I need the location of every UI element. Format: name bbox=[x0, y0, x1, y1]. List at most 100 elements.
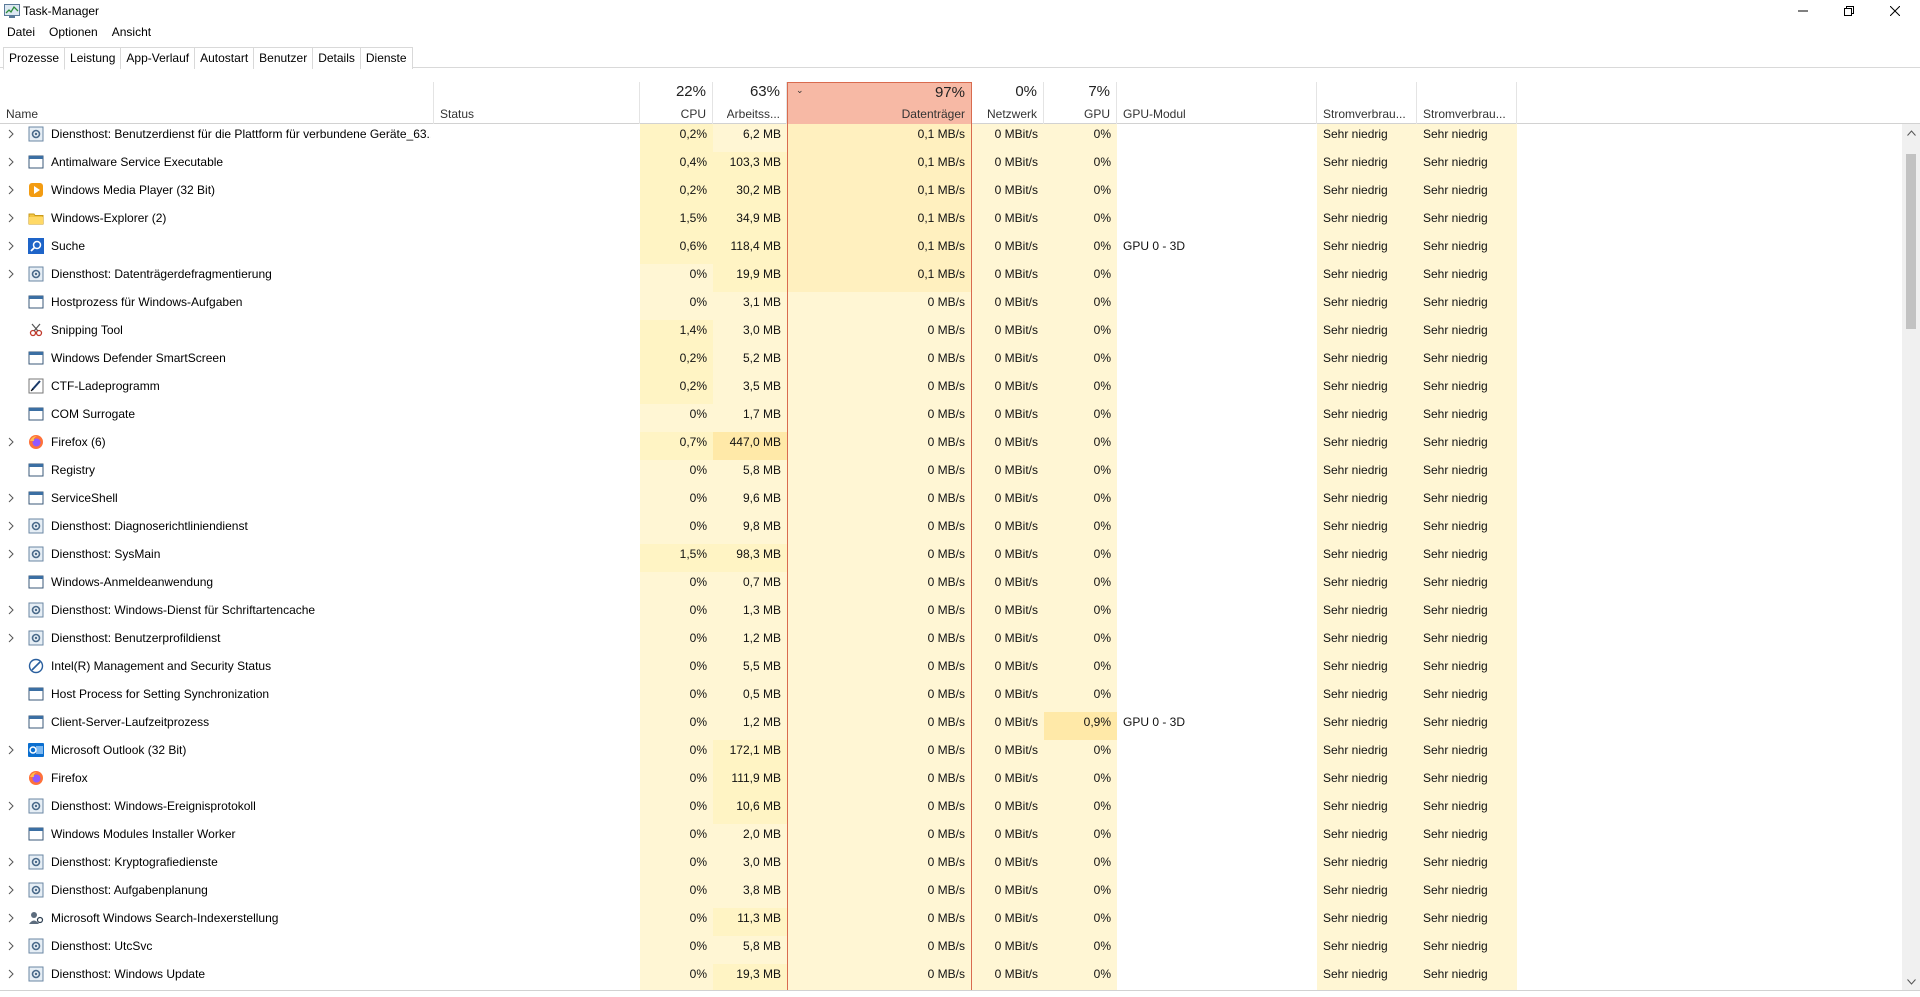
chevron-right-icon[interactable] bbox=[8, 183, 18, 197]
header-gpu[interactable]: 7% GPU bbox=[1044, 82, 1117, 124]
header-name[interactable]: Name bbox=[0, 82, 434, 124]
table-row[interactable]: Host Process for Setting Synchronization… bbox=[0, 684, 1908, 712]
table-row[interactable]: Firefox (6) 0,7% 447,0 MB 0 MB/s 0 MBit/s 0% S… bbox=[0, 432, 1908, 460]
header-cpu[interactable]: 22% CPU bbox=[640, 82, 713, 124]
menu-datei[interactable]: Datei bbox=[0, 22, 42, 42]
header-status[interactable]: Status bbox=[434, 82, 640, 124]
menu-ansicht[interactable]: Ansicht bbox=[105, 22, 158, 42]
table-row[interactable]: Diensthost: Benutzerprofildienst 0% 1,2 MB… bbox=[0, 628, 1908, 656]
chevron-right-icon[interactable] bbox=[8, 883, 18, 897]
scroll-down-button[interactable] bbox=[1902, 973, 1920, 990]
chevron-right-icon[interactable] bbox=[8, 631, 18, 645]
tab-app-verlauf[interactable]: App-Verlauf bbox=[120, 47, 196, 69]
disk-value: 0 MB/s bbox=[927, 575, 965, 589]
process-name: Diensthost: Windows-Ereignisprotokoll bbox=[51, 799, 256, 813]
snipping-icon bbox=[29, 323, 43, 337]
chevron-right-icon[interactable] bbox=[8, 799, 18, 813]
chevron-right-icon[interactable] bbox=[8, 491, 18, 505]
table-row[interactable]: Diensthost: Benutzerdienst für die Platt… bbox=[0, 124, 1908, 152]
header-disk[interactable]: ⌄ 97% Datenträger bbox=[787, 82, 972, 124]
table-row[interactable]: Snipping Tool 1,4% 3,0 MB 0 MB/s 0 MBit/s 0% S… bbox=[0, 320, 1908, 348]
tab-dienste[interactable]: Dienste bbox=[359, 47, 413, 69]
gpu-value: 0% bbox=[1093, 659, 1111, 673]
power-value: Sehr niedrig bbox=[1323, 827, 1388, 841]
table-row[interactable]: Diensthost: Windows-Ereignisprotokoll 0% 1… bbox=[0, 796, 1908, 824]
window-icon bbox=[28, 687, 44, 701]
cpu-value: 0,7% bbox=[640, 432, 713, 460]
tab-details[interactable]: Details bbox=[312, 47, 361, 69]
table-row[interactable]: CTF-Ladeprogramm 0,2% 3,5 MB 0 MB/s 0 MBit/s… bbox=[0, 376, 1908, 404]
table-row[interactable]: Antimalware Service Executable 0,4% 103,3 … bbox=[0, 152, 1908, 180]
table-row[interactable]: Windows-Anmeldeanwendung 0% 0,7 MB 0 MB/s 0 … bbox=[0, 572, 1908, 600]
restore-button[interactable] bbox=[1826, 0, 1872, 22]
chevron-right-icon[interactable] bbox=[8, 855, 18, 869]
gpu-value: 0% bbox=[1093, 827, 1111, 841]
table-row[interactable]: Diensthost: Datenträgerdefragmentierung 0… bbox=[0, 264, 1908, 292]
power-value: Sehr niedrig bbox=[1323, 323, 1388, 337]
table-row[interactable]: Windows Media Player (32 Bit) 0,2% 30,2 MB… bbox=[0, 180, 1908, 208]
table-row[interactable]: Intel(R) Management and Security Status 0… bbox=[0, 656, 1908, 684]
vertical-scrollbar[interactable] bbox=[1902, 124, 1920, 990]
header-memory[interactable]: 63% Arbeitss... bbox=[713, 82, 787, 124]
chevron-right-icon[interactable] bbox=[8, 547, 18, 561]
chevron-right-icon[interactable] bbox=[8, 127, 18, 141]
table-row[interactable]: Diensthost: UtcSvc 0% 5,8 MB 0 MB/s 0 MBit/s… bbox=[0, 936, 1908, 964]
power-value: Sehr niedrig bbox=[1323, 155, 1388, 169]
header-power[interactable]: Stromverbrau... bbox=[1317, 82, 1417, 124]
header-gpu-module[interactable]: GPU-Modul bbox=[1117, 82, 1317, 124]
table-row[interactable]: Firefox 0% 111,9 MB 0 MB/s 0 MBit/s 0% Sehr ni… bbox=[0, 768, 1908, 796]
gear-icon bbox=[28, 882, 44, 898]
table-row[interactable]: Diensthost: SysMain 1,5% 98,3 MB 0 MB/s 0 MB… bbox=[0, 544, 1908, 572]
table-row[interactable]: Windows Defender SmartScreen 0,2% 5,2 MB 0 … bbox=[0, 348, 1908, 376]
chevron-right-icon[interactable] bbox=[8, 267, 18, 281]
table-row[interactable]: Client-Server-Laufzeitprozess 0% 1,2 MB 0 M… bbox=[0, 712, 1908, 740]
tab-leistung[interactable]: Leistung bbox=[64, 47, 122, 69]
chevron-right-icon[interactable] bbox=[8, 155, 18, 169]
minimize-button[interactable] bbox=[1780, 0, 1826, 22]
table-row[interactable]: Windows Modules Installer Worker 0% 2,0 MB… bbox=[0, 824, 1908, 852]
menu-optionen[interactable]: Optionen bbox=[42, 22, 105, 42]
process-name: Windows Defender SmartScreen bbox=[51, 351, 226, 365]
chevron-right-icon[interactable] bbox=[8, 967, 18, 981]
table-row[interactable]: Diensthost: Kryptografiedienste 0% 3,0 MB 0… bbox=[0, 852, 1908, 880]
memory-value: 98,3 MB bbox=[713, 544, 787, 572]
tab-autostart[interactable]: Autostart bbox=[194, 47, 255, 69]
table-row[interactable]: COM Surrogate 0% 1,7 MB 0 MB/s 0 MBit/s 0% Seh… bbox=[0, 404, 1908, 432]
table-row[interactable]: Diensthost: Windows Update 0% 19,3 MB 0 MB/… bbox=[0, 964, 1908, 990]
table-row[interactable]: Registry 0% 5,8 MB 0 MB/s 0 MBit/s 0% Sehr nie… bbox=[0, 460, 1908, 488]
process-name: COM Surrogate bbox=[51, 407, 136, 421]
scroll-thumb[interactable] bbox=[1906, 154, 1916, 329]
memory-value: 10,6 MB bbox=[713, 796, 787, 824]
tab-benutzer[interactable]: Benutzer bbox=[253, 47, 314, 69]
table-row[interactable]: Diensthost: Diagnoserichtliniendienst 0% 9… bbox=[0, 516, 1908, 544]
cpu-value: 0% bbox=[689, 407, 707, 421]
power-value: Sehr niedrig bbox=[1323, 295, 1388, 309]
network-value: 0 MBit/s bbox=[994, 659, 1038, 673]
gpu-value: 0% bbox=[1093, 463, 1111, 477]
header-network[interactable]: 0% Netzwerk bbox=[972, 82, 1044, 124]
chevron-right-icon[interactable] bbox=[8, 911, 18, 925]
chevron-right-icon[interactable] bbox=[8, 239, 18, 253]
chevron-right-icon[interactable] bbox=[8, 603, 18, 617]
close-button[interactable] bbox=[1872, 0, 1918, 22]
memory-value: 103,3 MB bbox=[713, 152, 787, 180]
table-row[interactable]: Windows-Explorer (2) 1,5% 34,9 MB 0,1 MB/s 0… bbox=[0, 208, 1908, 236]
table-row[interactable]: Suche 0,6% 118,4 MB 0,1 MB/s 0 MBit/s 0% GPU 0… bbox=[0, 236, 1908, 264]
network-value: 0 MBit/s bbox=[994, 211, 1038, 225]
chevron-right-icon[interactable] bbox=[8, 743, 18, 757]
network-value: 0 MBit/s bbox=[994, 407, 1038, 421]
table-row[interactable]: Diensthost: Aufgabenplanung 0% 3,8 MB 0 MB/… bbox=[0, 880, 1908, 908]
table-row[interactable]: Microsoft Windows Search-Indexerstellung… bbox=[0, 908, 1908, 936]
table-row[interactable]: Microsoft Outlook (32 Bit) 0% 172,1 MB 0 MB… bbox=[0, 740, 1908, 768]
scroll-up-button[interactable] bbox=[1902, 124, 1920, 141]
table-row[interactable]: Diensthost: Windows-Dienst für Schriftar… bbox=[0, 600, 1908, 628]
chevron-right-icon[interactable] bbox=[8, 939, 18, 953]
tab-prozesse[interactable]: Prozesse bbox=[3, 47, 66, 70]
header-power-trend[interactable]: Stromverbrau... bbox=[1417, 82, 1517, 124]
chevron-right-icon[interactable] bbox=[8, 435, 18, 449]
process-name: Snipping Tool bbox=[51, 323, 123, 337]
chevron-right-icon[interactable] bbox=[8, 211, 18, 225]
chevron-right-icon[interactable] bbox=[8, 519, 18, 533]
table-row[interactable]: ServiceShell 0% 9,6 MB 0 MB/s 0 MBit/s 0% Sehr… bbox=[0, 488, 1908, 516]
table-row[interactable]: Hostprozess für Windows-Aufgaben 0% 3,1 MB… bbox=[0, 292, 1908, 320]
